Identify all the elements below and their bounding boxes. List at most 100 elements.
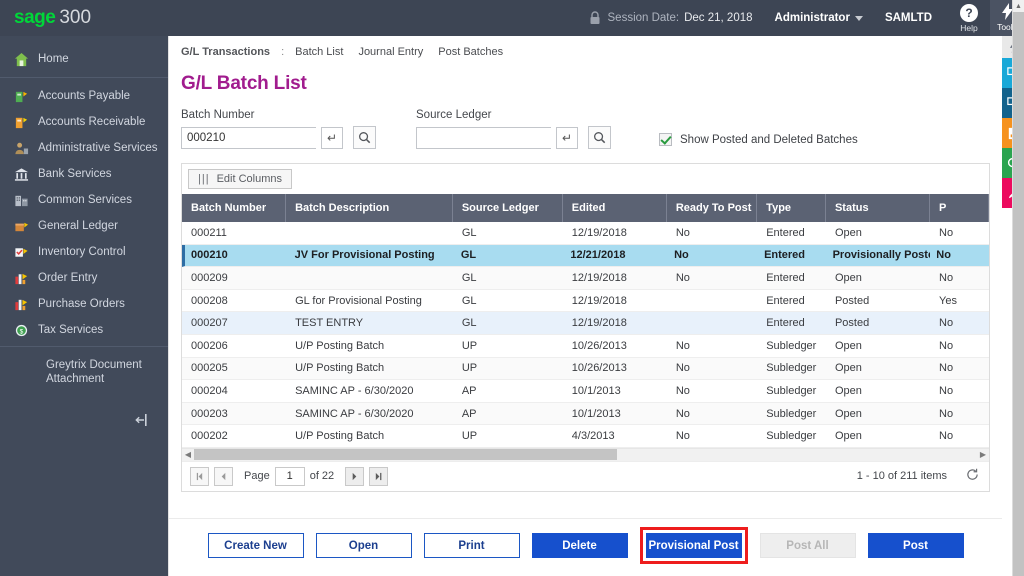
scroll-right-icon[interactable]: ▶ xyxy=(977,450,989,459)
sidebar-item-purchase-orders[interactable]: Purchase Orders xyxy=(0,291,168,317)
next-page-button[interactable] xyxy=(345,466,365,486)
batch-number-search-icon[interactable] xyxy=(353,126,376,149)
column-header-posting-sequence[interactable]: P xyxy=(930,194,989,222)
cell-type: Entered xyxy=(766,294,805,307)
cell-ready-to-post: No xyxy=(675,407,690,420)
refresh-icon[interactable] xyxy=(966,468,979,484)
table-row[interactable]: 000211 GL 12/19/2018 No Entered Open No xyxy=(182,222,989,245)
batch-list-grid: ||| Edit Columns Batch Number Batch Desc… xyxy=(181,163,990,492)
table-row-selected[interactable]: 000210 JV For Provisional Posting GL 12/… xyxy=(182,244,989,268)
table-row[interactable]: 000203 SAMINC AP - 6/30/2020 AP 10/1/201… xyxy=(182,402,989,426)
provisional-post-button[interactable]: Provisional Post xyxy=(645,533,742,558)
page-total-label: of 22 xyxy=(309,470,335,483)
sidebar-item-bank-services[interactable]: Bank Services xyxy=(0,161,168,187)
sidebar-item-common-services[interactable]: Common Services xyxy=(0,187,168,213)
table-row[interactable]: 000209 GL 12/19/2018 No Entered Open No xyxy=(182,267,989,290)
batch-number-enter-icon[interactable]: ↵ xyxy=(321,126,343,149)
header-right-group: Session Date: Dec 21, 2018 Administrator… xyxy=(589,0,1024,36)
cell-type: Subledger xyxy=(766,384,817,397)
inventory-control-icon xyxy=(14,245,29,260)
page-vertical-scrollbar[interactable]: ▲ xyxy=(1012,0,1024,576)
vertical-scroll-track[interactable] xyxy=(1013,12,1024,576)
post-button[interactable]: Post xyxy=(867,533,964,558)
first-page-button[interactable] xyxy=(190,466,209,486)
scroll-thumb[interactable] xyxy=(194,449,617,461)
column-header-edited[interactable]: Edited xyxy=(563,194,667,222)
page-label: Page xyxy=(244,470,270,483)
chevron-down-icon[interactable] xyxy=(854,15,863,21)
column-header-ready-to-post[interactable]: Ready To Post xyxy=(667,194,758,222)
last-page-button[interactable] xyxy=(369,466,389,486)
source-ledger-input[interactable] xyxy=(416,126,551,149)
batch-number-input[interactable] xyxy=(181,126,316,149)
sidebar-item-accounts-payable[interactable]: Accounts Payable xyxy=(0,83,168,109)
show-posted-deleted-checkbox[interactable] xyxy=(659,133,672,146)
table-row[interactable]: 000207 TEST ENTRY GL 12/19/2018 Entered … xyxy=(182,312,989,335)
general-ledger-icon xyxy=(14,219,29,234)
sidebar-item-label: Accounts Payable xyxy=(38,90,131,102)
delete-button[interactable]: Delete xyxy=(531,533,628,558)
cell-posting-sequence: No xyxy=(939,317,954,330)
breadcrumb-link-journal-entry[interactable]: Journal Entry xyxy=(358,46,423,58)
app-body: Home Accounts Payable Accounts Receivabl… xyxy=(0,36,1024,576)
scroll-track[interactable] xyxy=(194,449,977,461)
sidebar-item-order-entry[interactable]: Order Entry xyxy=(0,265,168,291)
cell-status: Open xyxy=(834,271,862,284)
cell-batch-number: 000204 xyxy=(191,384,228,397)
show-posted-deleted-checkbox-row[interactable]: Show Posted and Deleted Batches xyxy=(659,133,858,149)
cell-batch-number: 000207 xyxy=(191,317,228,330)
collapse-sidebar-icon[interactable] xyxy=(135,413,157,427)
cell-status: Open xyxy=(834,362,862,375)
cell-edited: 10/26/2013 xyxy=(571,339,627,352)
sidebar-item-inventory-control[interactable]: Inventory Control xyxy=(0,239,168,265)
user-menu-label[interactable]: Administrator xyxy=(775,12,850,24)
session-date-label: Session Date: xyxy=(607,12,680,24)
scroll-up-icon[interactable]: ▲ xyxy=(1013,0,1024,12)
cell-posting-sequence: No xyxy=(939,384,954,397)
source-ledger-filter-group: Source Ledger ↵ xyxy=(416,109,611,149)
table-row[interactable]: 000206 U/P Posting Batch UP 10/26/2013 N… xyxy=(182,335,989,358)
cell-type: Entered xyxy=(764,249,806,262)
sidebar-item-general-ledger[interactable]: General Ledger xyxy=(0,213,168,239)
sidebar-item-home[interactable]: Home xyxy=(0,44,168,74)
sage300-logo[interactable]: sage 300 xyxy=(0,7,168,29)
cell-batch-description: U/P Posting Batch xyxy=(295,362,385,375)
source-ledger-search-icon[interactable] xyxy=(588,126,611,149)
column-header-type[interactable]: Type xyxy=(757,194,826,222)
column-header-source-ledger[interactable]: Source Ledger xyxy=(453,194,563,222)
sidebar-item-greytrix-document-attachment[interactable]: Greytrix Document Attachment xyxy=(0,358,168,386)
create-new-button[interactable]: Create New xyxy=(207,533,304,558)
cell-edited: 12/21/2018 xyxy=(570,249,626,262)
scroll-left-icon[interactable]: ◀ xyxy=(182,450,194,459)
grid-horizontal-scrollbar[interactable]: ◀ ▶ xyxy=(182,447,989,461)
prev-page-button[interactable] xyxy=(214,466,233,486)
help-button[interactable]: ? Help xyxy=(948,3,990,33)
table-row[interactable]: 000204 SAMINC AP - 6/30/2020 AP 10/1/201… xyxy=(182,380,989,403)
sidebar-item-accounts-receivable[interactable]: Accounts Receivable xyxy=(0,109,168,135)
cell-batch-description: SAMINC AP - 6/30/2020 xyxy=(295,384,414,397)
print-button[interactable]: Print xyxy=(423,533,520,558)
cell-type: Entered xyxy=(766,271,805,284)
top-header-bar: sage 300 Session Date: Dec 21, 2018 Admi… xyxy=(0,0,1024,36)
breadcrumb-link-post-batches[interactable]: Post Batches xyxy=(438,46,503,58)
column-header-batch-description[interactable]: Batch Description xyxy=(286,194,453,222)
sidebar-item-label: Common Services xyxy=(38,194,132,206)
cell-ready-to-post: No xyxy=(675,339,690,352)
vertical-scroll-thumb[interactable] xyxy=(1013,12,1024,576)
table-row[interactable]: 000208 GL for Provisional Posting GL 12/… xyxy=(182,290,989,313)
sidebar-item-tax-services[interactable]: $ Tax Services xyxy=(0,317,168,343)
table-row[interactable]: 000205 U/P Posting Batch UP 10/26/2013 N… xyxy=(182,357,989,381)
edit-columns-button[interactable]: ||| Edit Columns xyxy=(188,169,292,189)
column-header-status[interactable]: Status xyxy=(826,194,931,222)
breadcrumb-link-batch-list[interactable]: Batch List xyxy=(295,46,343,58)
open-button[interactable]: Open xyxy=(315,533,412,558)
source-ledger-enter-icon[interactable]: ↵ xyxy=(556,126,578,149)
cell-source-ledger: UP xyxy=(461,362,478,375)
column-header-batch-number[interactable]: Batch Number xyxy=(182,194,287,222)
sidebar-item-administrative-services[interactable]: Administrative Services xyxy=(0,135,168,161)
page-number-input[interactable] xyxy=(274,466,305,486)
cell-type: Subledger xyxy=(766,430,817,443)
table-row[interactable]: 000202 U/P Posting Batch UP 4/3/2013 No … xyxy=(182,425,989,448)
cell-edited: 12/19/2018 xyxy=(571,271,627,284)
sidebar-item-label: Bank Services xyxy=(38,168,112,180)
